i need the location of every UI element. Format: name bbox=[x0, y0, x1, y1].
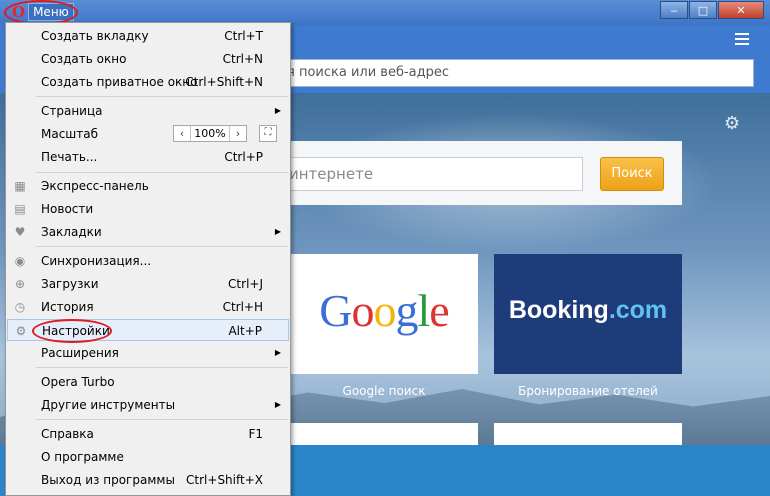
menu-button-label: Меню bbox=[28, 3, 74, 21]
speed-dial-settings-gear-icon[interactable]: ⚙ bbox=[724, 113, 740, 134]
stash-menu-icon[interactable] bbox=[735, 33, 749, 48]
menu-item-shortcut: Ctrl+J bbox=[228, 277, 263, 291]
menu-separator bbox=[36, 96, 288, 97]
menu-item-label: О программе bbox=[41, 450, 124, 464]
menu-item-speed-dial[interactable]: ▦ Экспресс-панель bbox=[7, 175, 289, 197]
fullscreen-button[interactable]: ⛶ bbox=[259, 125, 277, 142]
menu-item-label: Создать окно bbox=[41, 52, 127, 66]
google-logo: Google bbox=[319, 285, 449, 336]
opera-menu-button[interactable]: O Меню bbox=[8, 2, 80, 22]
submenu-arrow-icon: ▶ bbox=[274, 106, 281, 115]
search-panel: интернете Поиск bbox=[240, 141, 682, 205]
menu-item-shortcut: Ctrl+Shift+N bbox=[185, 75, 263, 89]
menu-item-shortcut: Ctrl+Shift+X bbox=[186, 473, 263, 487]
menu-item-exit[interactable]: Выход из программы Ctrl+Shift+X bbox=[7, 469, 289, 491]
menu-item-label: Создать вкладку bbox=[41, 29, 149, 43]
menu-item-zoom: Масштаб ‹ 100% › ⛶ bbox=[7, 123, 289, 145]
menu-item-label: Новости bbox=[41, 202, 94, 216]
opera-logo-icon: O bbox=[12, 3, 26, 21]
menu-item-label: Расширения bbox=[41, 346, 119, 360]
booking-logo-main: Booking bbox=[508, 296, 609, 324]
submenu-arrow-icon: ▶ bbox=[274, 227, 281, 236]
search-button[interactable]: Поиск bbox=[600, 157, 664, 191]
menu-item-new-window[interactable]: Создать окно Ctrl+N bbox=[7, 48, 289, 70]
menu-item-settings[interactable]: ⚙ Настройки Alt+P bbox=[7, 319, 289, 341]
menu-item-shortcut: F1 bbox=[248, 427, 263, 441]
menu-item-other-tools[interactable]: Другие инструменты ▶ bbox=[7, 394, 289, 416]
booking-logo-dot: .com bbox=[608, 296, 668, 324]
menu-item-label: Выход из программы bbox=[41, 473, 175, 487]
menu-item-opera-turbo[interactable]: Opera Turbo bbox=[7, 371, 289, 393]
speed-dial-tile[interactable] bbox=[494, 423, 682, 445]
menu-item-label: Opera Turbo bbox=[41, 375, 115, 389]
menu-item-label: Масштаб bbox=[41, 127, 99, 141]
menu-item-news[interactable]: ▤ Новости bbox=[7, 198, 289, 220]
menu-item-page[interactable]: Страница ▶ bbox=[7, 100, 289, 122]
menu-separator bbox=[36, 246, 288, 247]
download-icon: ⊕ bbox=[14, 277, 26, 291]
menu-item-help[interactable]: Справка F1 bbox=[7, 423, 289, 445]
menu-item-extensions[interactable]: Расширения ▶ bbox=[7, 342, 289, 364]
menu-item-about[interactable]: О программе bbox=[7, 446, 289, 468]
zoom-out-button[interactable]: ‹ bbox=[174, 126, 190, 141]
booking-logo: Booking.com bbox=[494, 296, 682, 325]
menu-item-sync[interactable]: ◉ Синхронизация... bbox=[7, 250, 289, 272]
menu-item-new-tab[interactable]: Создать вкладку Ctrl+T bbox=[7, 25, 289, 47]
zoom-control: ‹ 100% › bbox=[173, 125, 247, 142]
menu-item-label: Другие инструменты bbox=[41, 398, 176, 412]
menu-item-downloads[interactable]: ⊕ Загрузки Ctrl+J bbox=[7, 273, 289, 295]
submenu-arrow-icon: ▶ bbox=[274, 348, 281, 357]
zoom-in-button[interactable]: › bbox=[230, 126, 246, 141]
menu-item-label: Страница bbox=[41, 104, 103, 118]
tile-caption-booking: Бронирование отелей bbox=[518, 384, 658, 398]
menu-item-shortcut: Ctrl+H bbox=[222, 300, 263, 314]
menu-separator bbox=[36, 172, 288, 173]
menu-item-bookmarks[interactable]: ♥ Закладки ▶ bbox=[7, 221, 289, 243]
tile-caption-google: Google поиск bbox=[342, 384, 426, 398]
menu-item-label: Загрузки bbox=[41, 277, 99, 291]
sync-icon: ◉ bbox=[14, 254, 26, 268]
opera-main-menu: Создать вкладку Ctrl+T Создать окно Ctrl… bbox=[5, 22, 291, 496]
grid-icon: ▦ bbox=[14, 179, 26, 193]
menu-separator bbox=[36, 419, 288, 420]
menu-item-history[interactable]: ◷ История Ctrl+H bbox=[7, 296, 289, 318]
menu-item-print[interactable]: Печать... Ctrl+P bbox=[7, 146, 289, 168]
gear-icon: ⚙ bbox=[15, 324, 27, 338]
clock-icon: ◷ bbox=[14, 300, 26, 314]
menu-item-shortcut: Ctrl+P bbox=[224, 150, 263, 164]
maximize-button[interactable]: □ bbox=[689, 1, 717, 19]
close-button[interactable]: ✕ bbox=[718, 1, 764, 19]
menu-item-label: Создать приватное окно bbox=[41, 75, 198, 89]
news-icon: ▤ bbox=[14, 202, 26, 216]
search-input[interactable]: интернете bbox=[240, 157, 583, 191]
menu-item-label: Экспресс-панель bbox=[41, 179, 149, 193]
menu-item-label: История bbox=[41, 300, 94, 314]
speed-dial-tile[interactable] bbox=[290, 423, 478, 445]
menu-item-shortcut: Alt+P bbox=[228, 324, 262, 338]
menu-item-label: Печать... bbox=[41, 150, 98, 164]
submenu-arrow-icon: ▶ bbox=[274, 400, 281, 409]
menu-item-label: Закладки bbox=[41, 225, 102, 239]
menu-item-shortcut: Ctrl+T bbox=[224, 29, 263, 43]
menu-item-label: Настройки bbox=[42, 324, 110, 338]
zoom-value: 100% bbox=[190, 126, 230, 141]
menu-item-label: Справка bbox=[41, 427, 94, 441]
address-input[interactable]: я поиска или веб-адрес bbox=[240, 59, 754, 87]
speed-dial-tile-google[interactable]: Google bbox=[290, 254, 478, 374]
menu-item-label: Синхронизация... bbox=[41, 254, 152, 268]
minimize-button[interactable]: ‒ bbox=[660, 1, 688, 19]
heart-icon: ♥ bbox=[14, 225, 26, 239]
speed-dial-tile-booking[interactable]: Booking.com bbox=[494, 254, 682, 374]
menu-item-shortcut: Ctrl+N bbox=[222, 52, 263, 66]
menu-separator bbox=[36, 367, 288, 368]
menu-item-private-window[interactable]: Создать приватное окно Ctrl+Shift+N bbox=[7, 71, 289, 93]
